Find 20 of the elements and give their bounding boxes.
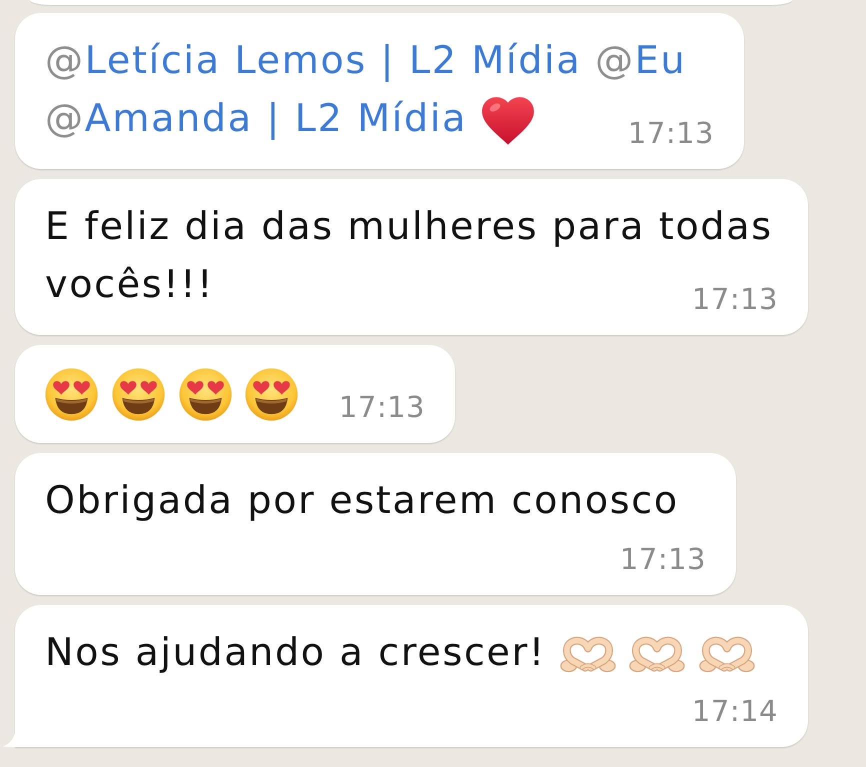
- heart-hands-icon: [560, 636, 616, 674]
- message-text: Obrigada por estarem conosco: [45, 478, 679, 522]
- mention-link[interactable]: @Amanda | L2 Mídia: [45, 96, 468, 140]
- heart-hands-icon: [699, 636, 756, 674]
- message-text: E feliz dia das mulheres para todas: [45, 204, 773, 248]
- heart-eyes-face-icon: [112, 368, 165, 422]
- heart-eyes-face-icon: [45, 368, 98, 422]
- message-time: 17:13: [692, 281, 778, 317]
- heart-hands-icon: [629, 636, 686, 674]
- message-time: 17:13: [628, 115, 714, 151]
- mention-link[interactable]: @Eu: [595, 38, 686, 82]
- message-time: 17:13: [620, 541, 706, 577]
- mention-link[interactable]: @Letícia Lemos | L2 Mídia: [45, 38, 582, 82]
- heart-eyes-face-icon: [245, 368, 298, 422]
- heart-eyes-face-icon: [178, 368, 232, 422]
- message-text: vocês!!!: [45, 262, 214, 306]
- message-time: 17:13: [338, 389, 425, 425]
- message-time: 17:14: [692, 693, 778, 729]
- heart-icon: [480, 96, 535, 146]
- message-text: Nos ajudando a crescer!: [45, 630, 546, 674]
